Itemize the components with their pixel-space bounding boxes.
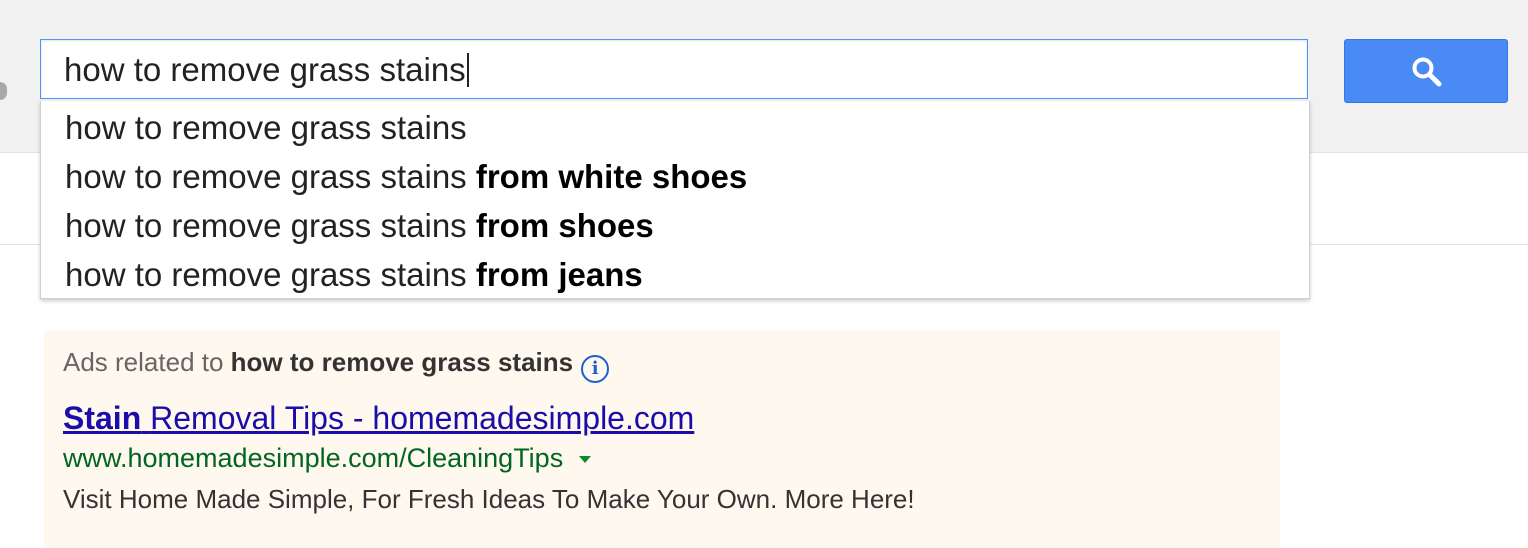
suggestion-base-text: how to remove grass stains bbox=[65, 207, 467, 244]
logo-fragment bbox=[0, 82, 7, 100]
dropdown-arrow-icon[interactable] bbox=[579, 456, 592, 463]
suggestion-item[interactable]: how to remove grass stains from white sh… bbox=[65, 160, 747, 194]
suggestion-item[interactable]: how to remove grass stains from shoes bbox=[65, 209, 654, 243]
suggestion-item[interactable]: how to remove grass stains bbox=[65, 111, 467, 145]
ad-url-text: www.homemadesimple.com/CleaningTips bbox=[63, 443, 564, 473]
suggestion-completion-text: from white shoes bbox=[475, 158, 748, 195]
search-box[interactable]: how to remove grass stains bbox=[40, 39, 1308, 99]
suggestion-base-text: how to remove grass stains bbox=[65, 158, 467, 195]
search-button[interactable] bbox=[1344, 39, 1508, 103]
suggestion-completion-text: from shoes bbox=[475, 207, 654, 244]
ad-header-prefix: Ads related to bbox=[63, 347, 224, 377]
search-query-text: how to remove grass stains bbox=[64, 51, 466, 88]
ad-header-query: how to remove grass stains bbox=[230, 347, 574, 377]
info-icon[interactable]: i bbox=[581, 355, 610, 383]
ad-description: Visit Home Made Simple, For Fresh Ideas … bbox=[63, 484, 915, 514]
autocomplete-dropdown: how to remove grass stains how to remove… bbox=[40, 101, 1310, 299]
search-input[interactable]: how to remove grass stains bbox=[64, 53, 469, 87]
ad-display-url: www.homemadesimple.com/CleaningTips bbox=[63, 442, 592, 474]
ad-block: Ads related to how to remove grass stain… bbox=[44, 330, 1280, 548]
ad-title-link[interactable]: Stain Removal Tips - homemadesimple.com bbox=[63, 400, 694, 436]
search-icon bbox=[1412, 57, 1442, 87]
suggestion-base-text: how to remove grass stains bbox=[65, 109, 467, 146]
text-cursor bbox=[466, 53, 469, 87]
suggestion-base-text: how to remove grass stains bbox=[65, 256, 467, 293]
ad-title-rest: Removal Tips - homemadesimple.com bbox=[150, 400, 695, 436]
suggestion-item[interactable]: how to remove grass stains from jeans bbox=[65, 258, 643, 292]
ad-header: Ads related to how to remove grass stain… bbox=[63, 347, 610, 383]
suggestion-completion-text: from jeans bbox=[475, 256, 643, 293]
ad-title-bold: Stain bbox=[63, 400, 142, 436]
